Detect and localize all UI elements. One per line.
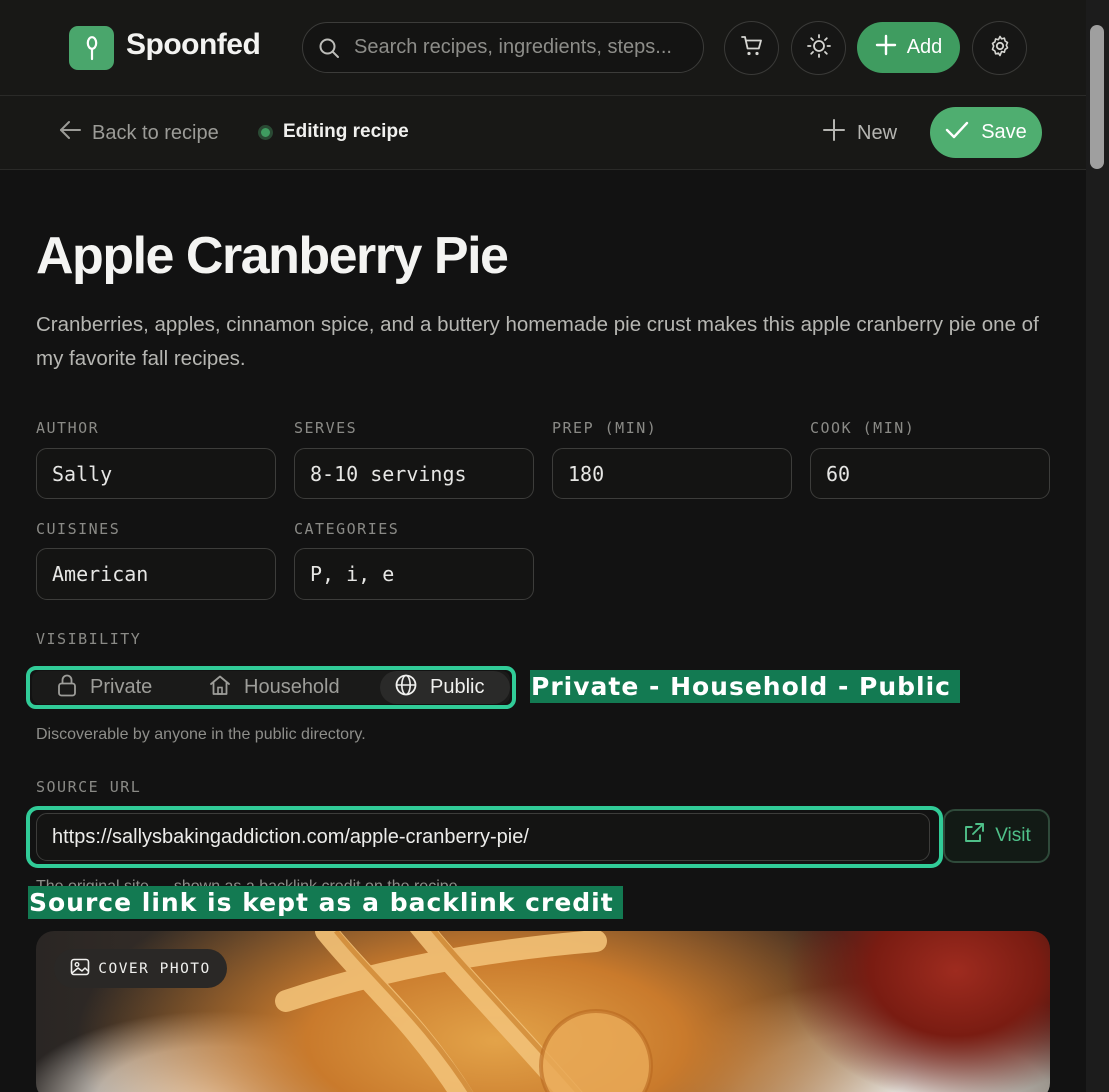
sun-icon — [806, 33, 832, 64]
search-input[interactable] — [354, 36, 694, 59]
home-icon — [208, 674, 232, 702]
top-app-bar: Spoonfed Add — [0, 0, 1086, 96]
recipe-description[interactable]: Cranberries, apples, cinnamon spice, and… — [36, 308, 1056, 376]
cuisines-field[interactable] — [36, 548, 276, 600]
editing-status-label: Editing recipe — [283, 121, 409, 142]
theme-toggle-button[interactable] — [791, 21, 846, 75]
cuisines-input[interactable] — [37, 549, 275, 599]
visibility-option-public[interactable]: Public — [380, 671, 510, 704]
app-name[interactable]: Spoonfed — [126, 28, 261, 62]
visibility-option-label: Public — [430, 676, 485, 698]
add-button-label: Add — [906, 36, 943, 58]
recipe-title[interactable]: Apple Cranberry Pie — [36, 226, 509, 286]
add-button[interactable]: Add — [857, 22, 960, 73]
categories-input[interactable] — [295, 549, 533, 599]
arrow-left-icon — [58, 119, 82, 147]
plus-icon — [875, 34, 897, 62]
status-dot — [258, 124, 273, 140]
visibility-option-label: Household — [244, 676, 340, 698]
save-button-label: Save — [981, 121, 1027, 143]
scrollbar-thumb[interactable] — [1090, 25, 1104, 169]
visibility-option-label: Private — [90, 676, 153, 698]
serves-input[interactable] — [295, 449, 533, 498]
lock-icon — [56, 673, 78, 703]
visibility-option-private[interactable]: Private — [56, 671, 152, 704]
serves-label: SERVES — [294, 419, 358, 437]
prep-time-field[interactable] — [552, 448, 792, 499]
editor-toolbar: Back to recipe Editing recipe New Save — [0, 96, 1086, 170]
source-url-input[interactable] — [37, 814, 929, 860]
cover-photo-badge[interactable]: COVER PHOTO — [54, 949, 227, 988]
cover-badge-label: COVER PHOTO — [98, 960, 211, 977]
visibility-annotation: Private - Household - Public — [530, 670, 961, 703]
search-bar[interactable] — [302, 22, 704, 73]
cart-button[interactable] — [724, 21, 779, 75]
external-link-icon — [962, 821, 986, 851]
visibility-segmented-control: Private Household Public — [32, 671, 510, 704]
check-icon — [945, 120, 969, 146]
settings-button[interactable] — [972, 21, 1027, 75]
visit-source-button[interactable]: Visit — [943, 809, 1050, 863]
source-annotation: Source link is kept as a backlink credit — [28, 886, 623, 919]
prep-time-input[interactable] — [553, 449, 791, 498]
new-button-label: New — [857, 121, 898, 144]
new-recipe-button[interactable]: New — [823, 119, 897, 147]
source-url-label: SOURCE URL — [36, 778, 142, 796]
logo-icon[interactable] — [69, 26, 114, 70]
author-field[interactable] — [36, 448, 276, 499]
cook-time-label: COOK (MIN) — [810, 419, 916, 437]
visibility-label: VISIBILITY — [36, 630, 142, 648]
author-input[interactable] — [37, 449, 275, 498]
cart-icon — [740, 35, 764, 62]
serves-field[interactable] — [294, 448, 534, 499]
globe-icon — [394, 673, 418, 703]
source-url-field[interactable] — [36, 813, 930, 861]
categories-label: CATEGORIES — [294, 520, 400, 538]
visibility-option-household[interactable]: Household — [208, 671, 340, 704]
visibility-helper-text: Discoverable by anyone in the public dir… — [36, 726, 366, 743]
author-label: AUTHOR — [36, 419, 100, 437]
back-to-recipe-link[interactable]: Back to recipe — [58, 119, 219, 147]
editing-status: Editing recipe — [258, 121, 409, 143]
gear-icon — [988, 34, 1012, 63]
plus-icon — [823, 119, 845, 147]
cook-time-field[interactable] — [810, 448, 1050, 499]
prep-time-label: PREP (MIN) — [552, 419, 658, 437]
image-icon — [70, 958, 90, 980]
visit-button-label: Visit — [995, 825, 1031, 846]
cuisines-label: CUISINES — [36, 520, 121, 538]
save-button[interactable]: Save — [930, 107, 1042, 158]
cook-time-input[interactable] — [811, 449, 1049, 498]
search-icon — [317, 36, 341, 60]
categories-field[interactable] — [294, 548, 534, 600]
back-link-label: Back to recipe — [92, 121, 219, 144]
